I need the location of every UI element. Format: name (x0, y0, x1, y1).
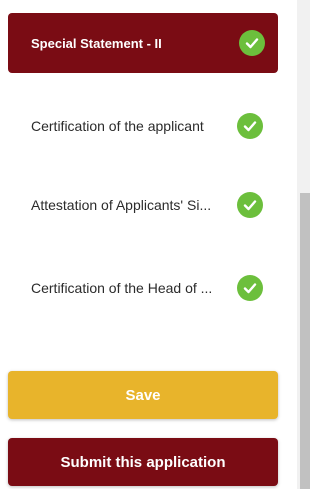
nav-item-label: Certification of the Head of ... (31, 280, 213, 296)
nav-item-label: Certification of the applicant (31, 118, 204, 134)
check-circle-icon (239, 30, 265, 56)
nav-item-label: Attestation of Applicants' Si... (31, 197, 212, 213)
submit-application-button[interactable]: Submit this application (8, 438, 278, 486)
application-sidebar: Special Statement - II Certification of … (0, 0, 310, 489)
check-circle-icon (237, 113, 263, 139)
nav-item-certification-of-applicant[interactable]: Certification of the applicant (8, 96, 278, 156)
nav-item-special-statement-ii[interactable]: Special Statement - II (8, 13, 278, 73)
nav-item-attestation-of-signature[interactable]: Attestation of Applicants' Si... (8, 175, 278, 235)
check-circle-icon (237, 192, 263, 218)
nav-item-certification-of-head[interactable]: Certification of the Head of ... (8, 258, 278, 318)
section-nav: Special Statement - II Certification of … (8, 13, 278, 301)
check-circle-icon (237, 275, 263, 301)
scrollbar-thumb[interactable] (300, 193, 310, 489)
nav-item-label: Special Statement - II (31, 35, 162, 51)
save-button[interactable]: Save (8, 371, 278, 419)
